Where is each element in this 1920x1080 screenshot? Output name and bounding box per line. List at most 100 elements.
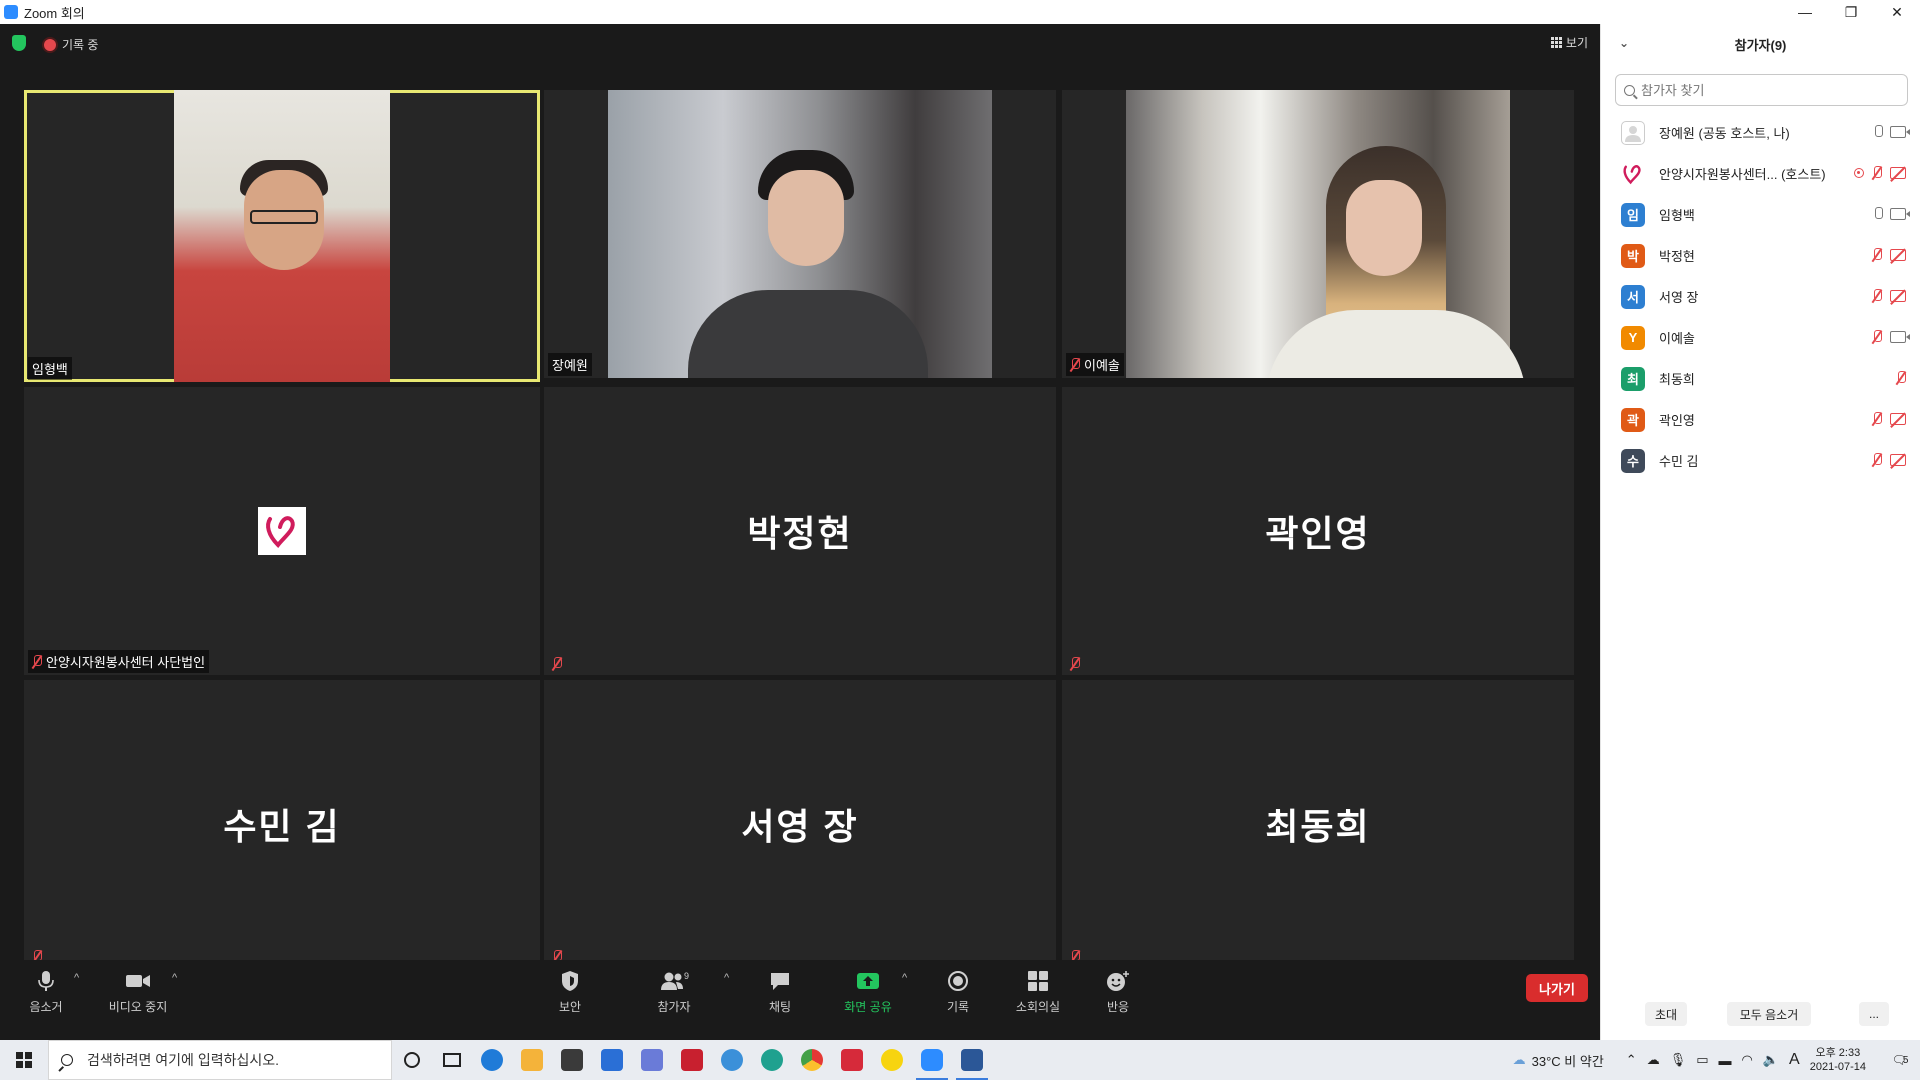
video-tile-8[interactable]: 서영 장 [544, 680, 1056, 968]
stop-video-button[interactable]: 비디오 중지 [98, 970, 178, 1015]
participant-row[interactable]: 안양시자원봉사센터... (호스트) [1601, 153, 1920, 194]
taskbar-clock[interactable]: 오후 2:33 2021-07-14 [1810, 1046, 1866, 1074]
participants-button[interactable]: 9 참가자 [634, 970, 714, 1015]
participant-row[interactable]: 장예원 (공동 호스트, 나) [1601, 112, 1920, 153]
more-options-button[interactable]: ... [1859, 1002, 1889, 1026]
internet-explorer-icon[interactable] [712, 1040, 752, 1080]
video-tile-6[interactable]: 곽인영 [1062, 387, 1574, 675]
volume-icon[interactable]: 🔈 [1763, 1052, 1779, 1068]
mail-icon[interactable] [592, 1040, 632, 1080]
mute-all-button[interactable]: 모두 음소거 [1727, 1002, 1811, 1026]
video-tile-5[interactable]: 박정현 [544, 387, 1056, 675]
video-tile-1[interactable]: 임형백 [24, 90, 540, 382]
app-glyph [881, 1049, 903, 1071]
cloud-icon[interactable]: ☁ [1647, 1052, 1660, 1068]
encryption-shield-icon[interactable] [12, 35, 26, 51]
camera-on-icon[interactable] [1890, 331, 1910, 343]
notification-center-button[interactable]: 🗨 5 [1880, 1040, 1920, 1080]
record-button[interactable]: 기록 [918, 970, 998, 1015]
start-button[interactable] [0, 1040, 48, 1080]
microsoft-store-icon[interactable] [552, 1040, 592, 1080]
app-glyph [721, 1049, 743, 1071]
participant-search[interactable] [1615, 74, 1908, 106]
microphone-tray-icon[interactable]: 🎙 [1670, 1052, 1687, 1068]
chat-button[interactable]: 채팅 [740, 970, 820, 1015]
weather-icon[interactable]: ☁ [1513, 1052, 1526, 1068]
snipping-tool-icon[interactable] [832, 1040, 872, 1080]
breakout-rooms-button[interactable]: 소회의실 [998, 970, 1078, 1015]
zoom-taskbar-icon[interactable] [912, 1040, 952, 1080]
mic-muted-icon[interactable] [1872, 330, 1882, 344]
camera-off-icon[interactable] [1890, 290, 1906, 302]
mic-muted-icon[interactable] [1896, 371, 1906, 385]
mic-muted-icon[interactable] [1872, 248, 1882, 262]
tile-name-label: 임형백 [28, 357, 72, 380]
mic-muted-icon[interactable] [1872, 289, 1882, 303]
taskbar-search-box[interactable]: 검색하려면 여기에 입력하십시오. [48, 1040, 392, 1080]
mic-on-icon[interactable] [1874, 207, 1883, 221]
participants-options-caret[interactable]: ^ [724, 972, 729, 984]
camera-on-icon[interactable] [1890, 208, 1910, 220]
breakout-rooms-icon [1028, 971, 1048, 991]
mic-on-icon[interactable] [1874, 125, 1883, 139]
weather-text[interactable]: 33°C 비 약간 [1532, 1051, 1604, 1070]
word-icon[interactable] [952, 1040, 992, 1080]
participant-status-icons [1874, 207, 1910, 221]
participant-row[interactable]: 최 최동희 [1601, 358, 1920, 399]
mic-muted-icon[interactable] [1872, 453, 1882, 467]
minimize-button[interactable]: — [1782, 0, 1828, 24]
chrome-icon[interactable] [792, 1040, 832, 1080]
participant-status-icons [1896, 371, 1906, 385]
view-button[interactable]: 보기 [1550, 34, 1588, 51]
camera-off-icon[interactable] [1890, 167, 1906, 179]
leave-meeting-button[interactable]: 나가기 [1526, 974, 1588, 1002]
wifi-icon[interactable]: ◠ [1742, 1052, 1753, 1068]
ime-indicator[interactable]: A [1789, 1051, 1800, 1069]
close-button[interactable]: ✕ [1874, 0, 1920, 24]
mcafee-icon[interactable] [672, 1040, 712, 1080]
participant-row[interactable]: 수 수민 김 [1601, 440, 1920, 481]
participant-status-icons [1872, 330, 1910, 344]
participant-row[interactable]: 임 임형백 [1601, 194, 1920, 235]
participant-row[interactable]: 곽 곽인영 [1601, 399, 1920, 440]
camera-off-icon[interactable] [1890, 249, 1906, 261]
restore-button[interactable]: ❐ [1828, 0, 1874, 24]
share-options-caret[interactable]: ^ [902, 972, 907, 984]
kakaotalk-icon[interactable] [872, 1040, 912, 1080]
task-view-icon[interactable] [432, 1040, 472, 1080]
camera-on-icon[interactable] [1890, 126, 1910, 138]
video-camera-icon [126, 975, 150, 987]
app-icon-purple[interactable] [632, 1040, 672, 1080]
participant-row[interactable]: Y 이예솔 [1601, 317, 1920, 358]
camera-off-icon[interactable] [1890, 413, 1906, 425]
video-tile-4[interactable]: 안양시자원봉사센터 사단법인 [24, 387, 540, 675]
battery-icon[interactable]: ▬ [1719, 1053, 1732, 1068]
collapse-chevron-icon[interactable]: ⌄ [1619, 36, 1629, 50]
participant-search-input[interactable] [1641, 82, 1901, 98]
security-button[interactable]: 보안 [530, 970, 610, 1015]
audio-options-caret[interactable]: ^ [74, 972, 79, 984]
participant-status-icons [1872, 453, 1906, 467]
mic-muted-icon[interactable] [1872, 166, 1882, 180]
recording-indicator[interactable]: 기록 중 [44, 36, 98, 53]
mic-muted-icon[interactable] [1872, 412, 1882, 426]
invite-button[interactable]: 초대 [1645, 1002, 1687, 1026]
edge-browser-icon[interactable] [472, 1040, 512, 1080]
share-screen-button[interactable]: 화면 공유 [828, 970, 908, 1015]
tray-overflow-chevron-icon[interactable]: ⌃ [1626, 1052, 1637, 1068]
video-tile-9[interactable]: 최동희 [1062, 680, 1574, 968]
display-tray-icon[interactable]: ▭ [1696, 1052, 1708, 1068]
file-explorer-icon[interactable] [512, 1040, 552, 1080]
chat-bubble-icon [771, 973, 789, 990]
reactions-button[interactable]: 반응 [1078, 970, 1158, 1015]
app-icon-teal[interactable] [752, 1040, 792, 1080]
video-tile-7[interactable]: 수민 김 [24, 680, 540, 968]
participant-avatar: 임 [1621, 202, 1645, 227]
participant-row[interactable]: 서 서영 장 [1601, 276, 1920, 317]
camera-off-icon[interactable] [1890, 454, 1906, 466]
video-options-caret[interactable]: ^ [172, 972, 177, 984]
video-tile-3[interactable]: 이예솔 [1062, 90, 1574, 378]
participant-row[interactable]: 박 박정현 [1601, 235, 1920, 276]
cortana-icon[interactable] [392, 1040, 432, 1080]
video-tile-2[interactable]: 장예원 [544, 90, 1056, 378]
